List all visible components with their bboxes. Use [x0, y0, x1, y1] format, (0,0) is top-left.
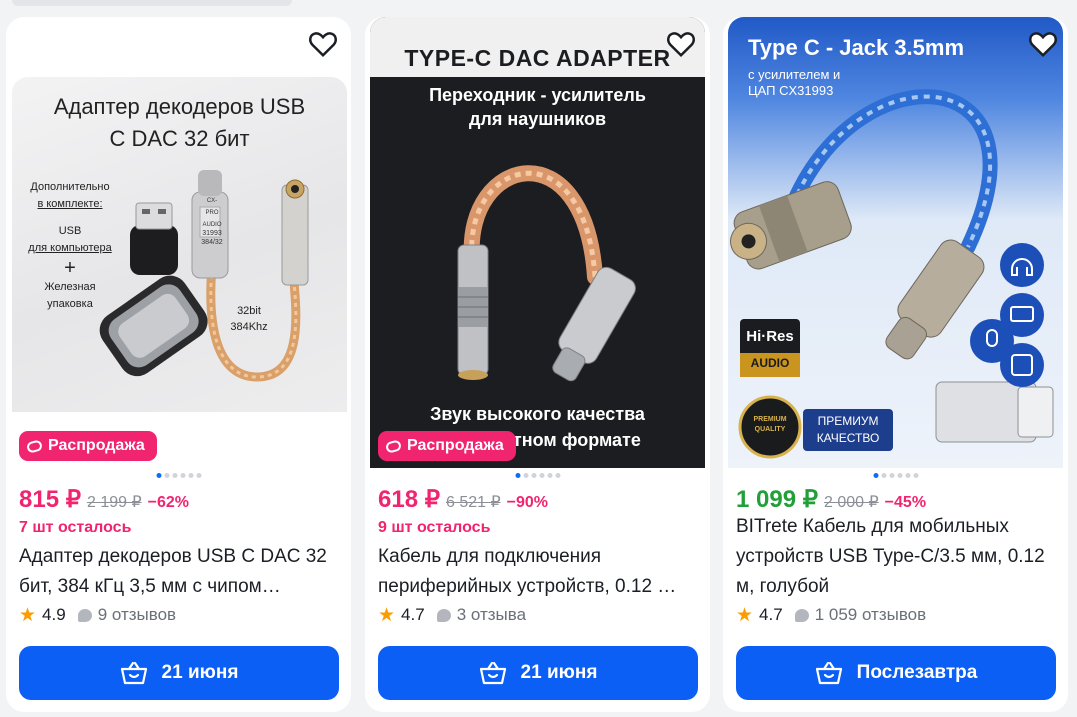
carousel-dot[interactable]: [523, 473, 528, 478]
carousel-dot[interactable]: [188, 473, 193, 478]
rating-value: 4.7: [401, 605, 425, 624]
badge-label: Распродажа: [48, 437, 145, 454]
stock-left: 9 шт осталось: [378, 519, 491, 536]
image-carousel-dots[interactable]: [156, 473, 201, 478]
carousel-dot[interactable]: [515, 473, 520, 478]
review-bubble-icon: [436, 608, 451, 622]
price-row: 815 ₽ 2 199 ₽ −62%: [19, 485, 189, 514]
carousel-dot[interactable]: [905, 473, 910, 478]
product-image[interactable]: Type C - Jack 3.5mm с усилителем и ЦАП C…: [728, 17, 1063, 468]
image-text: 32bit: [237, 305, 261, 317]
image-text: QUALITY: [754, 426, 786, 433]
product-title[interactable]: Адаптер декодеров USB C DAC 32 бит, 384 …: [19, 542, 341, 602]
rating-row[interactable]: ★ 4.7 1 059 отзывов: [736, 605, 926, 625]
product-title[interactable]: Кабель для подключения периферийных устр…: [378, 542, 700, 602]
heart-icon[interactable]: [308, 30, 338, 58]
carousel-dot[interactable]: [881, 473, 886, 478]
add-to-cart-button[interactable]: 21 июня: [19, 646, 339, 700]
add-to-cart-button[interactable]: 21 июня: [378, 646, 698, 700]
carousel-dot[interactable]: [913, 473, 918, 478]
image-text: CX-PRO: [205, 198, 219, 216]
reviews-count: 3 отзыва: [456, 605, 527, 624]
top-scroll-indicator: [12, 0, 292, 6]
image-carousel-dots[interactable]: [873, 473, 918, 478]
image-text: 31993: [202, 230, 222, 237]
rating-row[interactable]: ★ 4.7 3 отзыва: [378, 605, 526, 625]
heart-icon[interactable]: [666, 30, 696, 58]
price-row: 618 ₽ 6 521 ₽ −90%: [378, 485, 548, 514]
rating-row[interactable]: ★ 4.9 9 отзывов: [19, 605, 176, 625]
reviews-count: 1 059 отзывов: [814, 605, 927, 624]
product-card[interactable]: TYPE-C DAC ADAPTER Переходник - усилител…: [365, 17, 710, 712]
image-text: ПРЕМИУМ: [817, 414, 879, 428]
review-bubble-icon: [794, 608, 809, 622]
product-card[interactable]: Type C - Jack 3.5mm с усилителем и ЦАП C…: [723, 17, 1068, 712]
image-text: 384/32: [201, 239, 223, 246]
image-text: AUDIO: [750, 356, 790, 370]
button-label: 21 июня: [520, 662, 598, 683]
star-icon: ★: [736, 604, 754, 626]
current-price: 815 ₽: [19, 486, 81, 513]
adapter-illustration: [730, 89, 1054, 459]
image-text: PREMIUM: [753, 416, 787, 423]
sale-badge[interactable]: Распродажа: [378, 431, 516, 461]
sale-badge[interactable]: Распродажа: [19, 431, 157, 461]
carousel-dot[interactable]: [539, 473, 544, 478]
current-price: 1 099 ₽: [736, 486, 818, 513]
button-label: Послезавтра: [856, 662, 978, 683]
discount: −90%: [506, 494, 549, 511]
heart-icon[interactable]: [1028, 30, 1058, 58]
badge-label: Распродажа: [407, 437, 504, 454]
discount: −45%: [884, 494, 927, 511]
product-title[interactable]: BITrete Кабель для мобильных устройств U…: [736, 512, 1058, 602]
image-text: Звук высокого качества: [430, 404, 645, 424]
sale-badge-icon: [25, 438, 44, 454]
sale-badge-icon: [384, 438, 403, 454]
reviews-count: 9 отзывов: [97, 605, 177, 624]
carousel-dot[interactable]: [555, 473, 560, 478]
rating-value: 4.9: [42, 605, 66, 624]
basket-icon: [815, 661, 842, 685]
image-carousel-dots[interactable]: [515, 473, 560, 478]
carousel-dot[interactable]: [547, 473, 552, 478]
old-price: 2 000 ₽: [824, 494, 879, 511]
carousel-dot[interactable]: [889, 473, 894, 478]
stock-left: 7 шт осталось: [19, 519, 132, 536]
add-to-cart-button[interactable]: Послезавтра: [736, 646, 1056, 700]
image-text: КАЧЕСТВО: [816, 431, 880, 445]
price-row: 1 099 ₽ 2 000 ₽ −45%: [736, 485, 926, 514]
button-label: 21 июня: [161, 662, 239, 683]
carousel-dot[interactable]: [897, 473, 902, 478]
image-text: 384Khz: [230, 321, 268, 333]
basket-icon: [479, 661, 506, 685]
product-card[interactable]: Адаптер декодеров USB C DAC 32 бит Допол…: [6, 17, 351, 712]
current-price: 618 ₽: [378, 486, 440, 513]
old-price: 2 199 ₽: [86, 494, 142, 511]
adapter-illustration: [99, 170, 309, 382]
carousel-dot[interactable]: [172, 473, 177, 478]
carousel-dot[interactable]: [180, 473, 185, 478]
old-price: 6 521 ₽: [445, 494, 501, 511]
carousel-dot[interactable]: [531, 473, 536, 478]
product-image[interactable]: Адаптер декодеров USB C DAC 32 бит Допол…: [12, 77, 347, 412]
discount: −62%: [147, 494, 190, 511]
rating-value: 4.7: [759, 605, 783, 624]
star-icon: ★: [378, 604, 396, 626]
carousel-dot[interactable]: [156, 473, 161, 478]
product-image[interactable]: TYPE-C DAC ADAPTER Переходник - усилител…: [370, 17, 705, 468]
basket-icon: [120, 661, 147, 685]
carousel-dot[interactable]: [164, 473, 169, 478]
review-bubble-icon: [77, 608, 92, 622]
carousel-dot[interactable]: [196, 473, 201, 478]
image-text: Hi·Res: [746, 328, 794, 345]
carousel-dot[interactable]: [873, 473, 878, 478]
star-icon: ★: [19, 604, 37, 626]
